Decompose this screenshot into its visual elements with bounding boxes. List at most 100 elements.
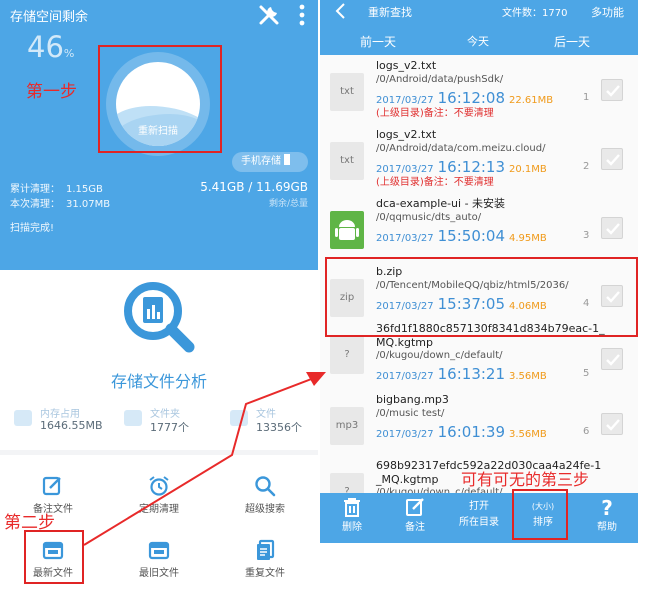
file-meta: 2017/03/27 15:50:04 4.95MB	[376, 226, 547, 245]
remark-label: 备注	[405, 522, 425, 533]
tools-icon[interactable]	[257, 3, 281, 27]
back-icon[interactable]	[334, 2, 348, 20]
duplicate-files-label: 重复文件	[245, 568, 285, 579]
file-date: 2017/03/27	[376, 429, 434, 440]
select-checkbox[interactable]	[601, 413, 623, 435]
folder-count-value: 1777个	[150, 421, 189, 434]
file-list-header: 重新查找 文件数：1770 多功能 前一天 今天 后一天	[320, 0, 638, 55]
file-type-icon: txt	[330, 73, 364, 111]
note-icon	[42, 476, 61, 496]
select-checkbox[interactable]	[601, 348, 623, 370]
file-list-screen: 重新查找 文件数：1770 多功能 前一天 今天 后一天 txt logs_v2.…	[320, 0, 638, 543]
step2-highlight-box	[24, 530, 84, 584]
file-name: logs_v2.txt	[376, 59, 437, 72]
file-time: 15:50:04	[437, 227, 506, 245]
file-date: 2017/03/27	[376, 371, 434, 382]
more-menu-icon[interactable]	[293, 3, 311, 27]
step3-highlight-box	[512, 489, 568, 540]
file-index: 2	[583, 161, 590, 172]
duplicate-files-button[interactable]: 重复文件	[212, 539, 318, 579]
file-name: logs_v2.txt	[376, 128, 437, 141]
space-used-total: 5.41GB / 11.69GB	[200, 180, 308, 194]
file-type-icon: txt	[330, 142, 364, 180]
phone-storage-button[interactable]: 手机存储	[232, 152, 308, 172]
phone-storage-label: 手机存储	[241, 156, 281, 167]
edit-icon	[406, 498, 424, 516]
help-label: 帮助	[597, 522, 617, 533]
oldest-files-button[interactable]: 最旧文件	[106, 539, 212, 579]
check-icon	[606, 223, 620, 235]
check-icon	[606, 419, 620, 431]
file-type-icon: ?	[330, 473, 364, 493]
multi-function-button[interactable]: 多功能	[591, 4, 624, 20]
file-path: /0/qqmusic/dts_auto/	[376, 212, 482, 223]
remark-button[interactable]: 备注	[383, 497, 447, 533]
storage-analysis-icon	[124, 282, 195, 353]
oldest-files-label: 最旧文件	[139, 568, 179, 579]
analysis-panel[interactable]: 存储文件分析 内存占用 1646.55MB 文件夹 1777个 文件 13356…	[0, 270, 318, 450]
step1-annotation: 第一步	[26, 82, 77, 102]
super-search-button[interactable]: 超级搜索	[212, 475, 318, 515]
file-size: 20.1MB	[509, 164, 547, 175]
help-icon: ?	[601, 497, 613, 517]
file-index: 1	[583, 92, 590, 103]
containing-folder-label: 所在目录	[459, 517, 499, 528]
file-meta: 2017/03/27 16:13:21 3.56MB	[376, 364, 547, 383]
super-search-label: 超级搜索	[245, 504, 285, 515]
select-checkbox[interactable]	[601, 79, 623, 101]
select-checkbox[interactable]	[601, 148, 623, 170]
file-size: 3.56MB	[509, 429, 547, 440]
file-size: 4.95MB	[509, 233, 547, 244]
check-icon	[606, 85, 620, 97]
file-icon	[230, 410, 248, 426]
selected-file-highlight-box	[325, 257, 638, 337]
memory-usage-label: 内存占用	[40, 409, 80, 420]
file-path: /0/kugou/down_c/default/	[376, 350, 503, 361]
open-label: 打开	[469, 501, 489, 512]
battery-icon	[284, 154, 290, 165]
folder-icon	[124, 410, 142, 426]
space-caption: 剩余/总量	[268, 199, 308, 209]
help-button[interactable]: ? 帮助	[575, 497, 639, 533]
this-clean-stat: 本次清理： 31.07MB	[10, 199, 111, 210]
tab-next-day[interactable]: 后一天	[554, 33, 590, 50]
memory-usage-value: 1646.55MB	[40, 419, 103, 432]
research-title[interactable]: 重新查找	[368, 4, 412, 20]
memory-icon	[14, 410, 32, 426]
trash-icon	[344, 498, 360, 517]
file-type-icon: ?	[330, 336, 364, 374]
check-icon	[606, 154, 620, 166]
calendar-old-icon	[148, 541, 170, 560]
file-size: 22.61MB	[509, 95, 554, 106]
file-path: /0/music test/	[376, 408, 445, 419]
delete-label: 删除	[342, 522, 362, 533]
file-meta: 2017/03/27 16:01:39 3.56MB	[376, 422, 547, 441]
storage-remaining-title: 存储空间剩余	[10, 10, 89, 25]
open-folder-button[interactable]: 打开 所在目录	[447, 499, 511, 531]
file-note: (上级目录)备注：不要清理	[376, 108, 494, 119]
android-app-icon	[330, 211, 364, 249]
file-time: 16:13:21	[437, 365, 506, 383]
tab-previous-day[interactable]: 前一天	[360, 33, 396, 50]
file-count: 文件数：1770	[502, 8, 568, 19]
file-time: 16:01:39	[437, 423, 506, 441]
file-path: /0/Android/data/com.meizu.cloud/	[376, 143, 546, 154]
delete-button[interactable]: 删除	[320, 497, 384, 533]
check-icon	[606, 354, 620, 366]
alarm-icon	[149, 476, 169, 496]
file-path: /0/Android/data/pushSdk/	[376, 74, 504, 85]
select-checkbox[interactable]	[601, 217, 623, 239]
storage-analysis-title: 存储文件分析	[110, 372, 207, 391]
tab-today[interactable]: 今天	[467, 33, 489, 49]
step1-highlight-box	[98, 45, 222, 153]
step3-annotation: 可有可无的第三步	[461, 470, 590, 489]
file-index: 6	[583, 426, 590, 437]
scheduled-clean-button[interactable]: 定期清理	[106, 475, 212, 515]
scan-complete-text: 扫描完成!	[10, 223, 55, 234]
scheduled-clean-label: 定期清理	[139, 504, 179, 515]
svg-text:?: ?	[601, 497, 613, 517]
bottom-action-bar: 删除 备注 打开 所在目录 (大小) 排序 ? 帮助	[320, 493, 638, 543]
file-index: 5	[583, 368, 590, 379]
cumulative-clean-stat: 累计清理： 1.15GB	[10, 184, 103, 195]
file-name: dca-example-ui - 未安装	[376, 197, 506, 210]
